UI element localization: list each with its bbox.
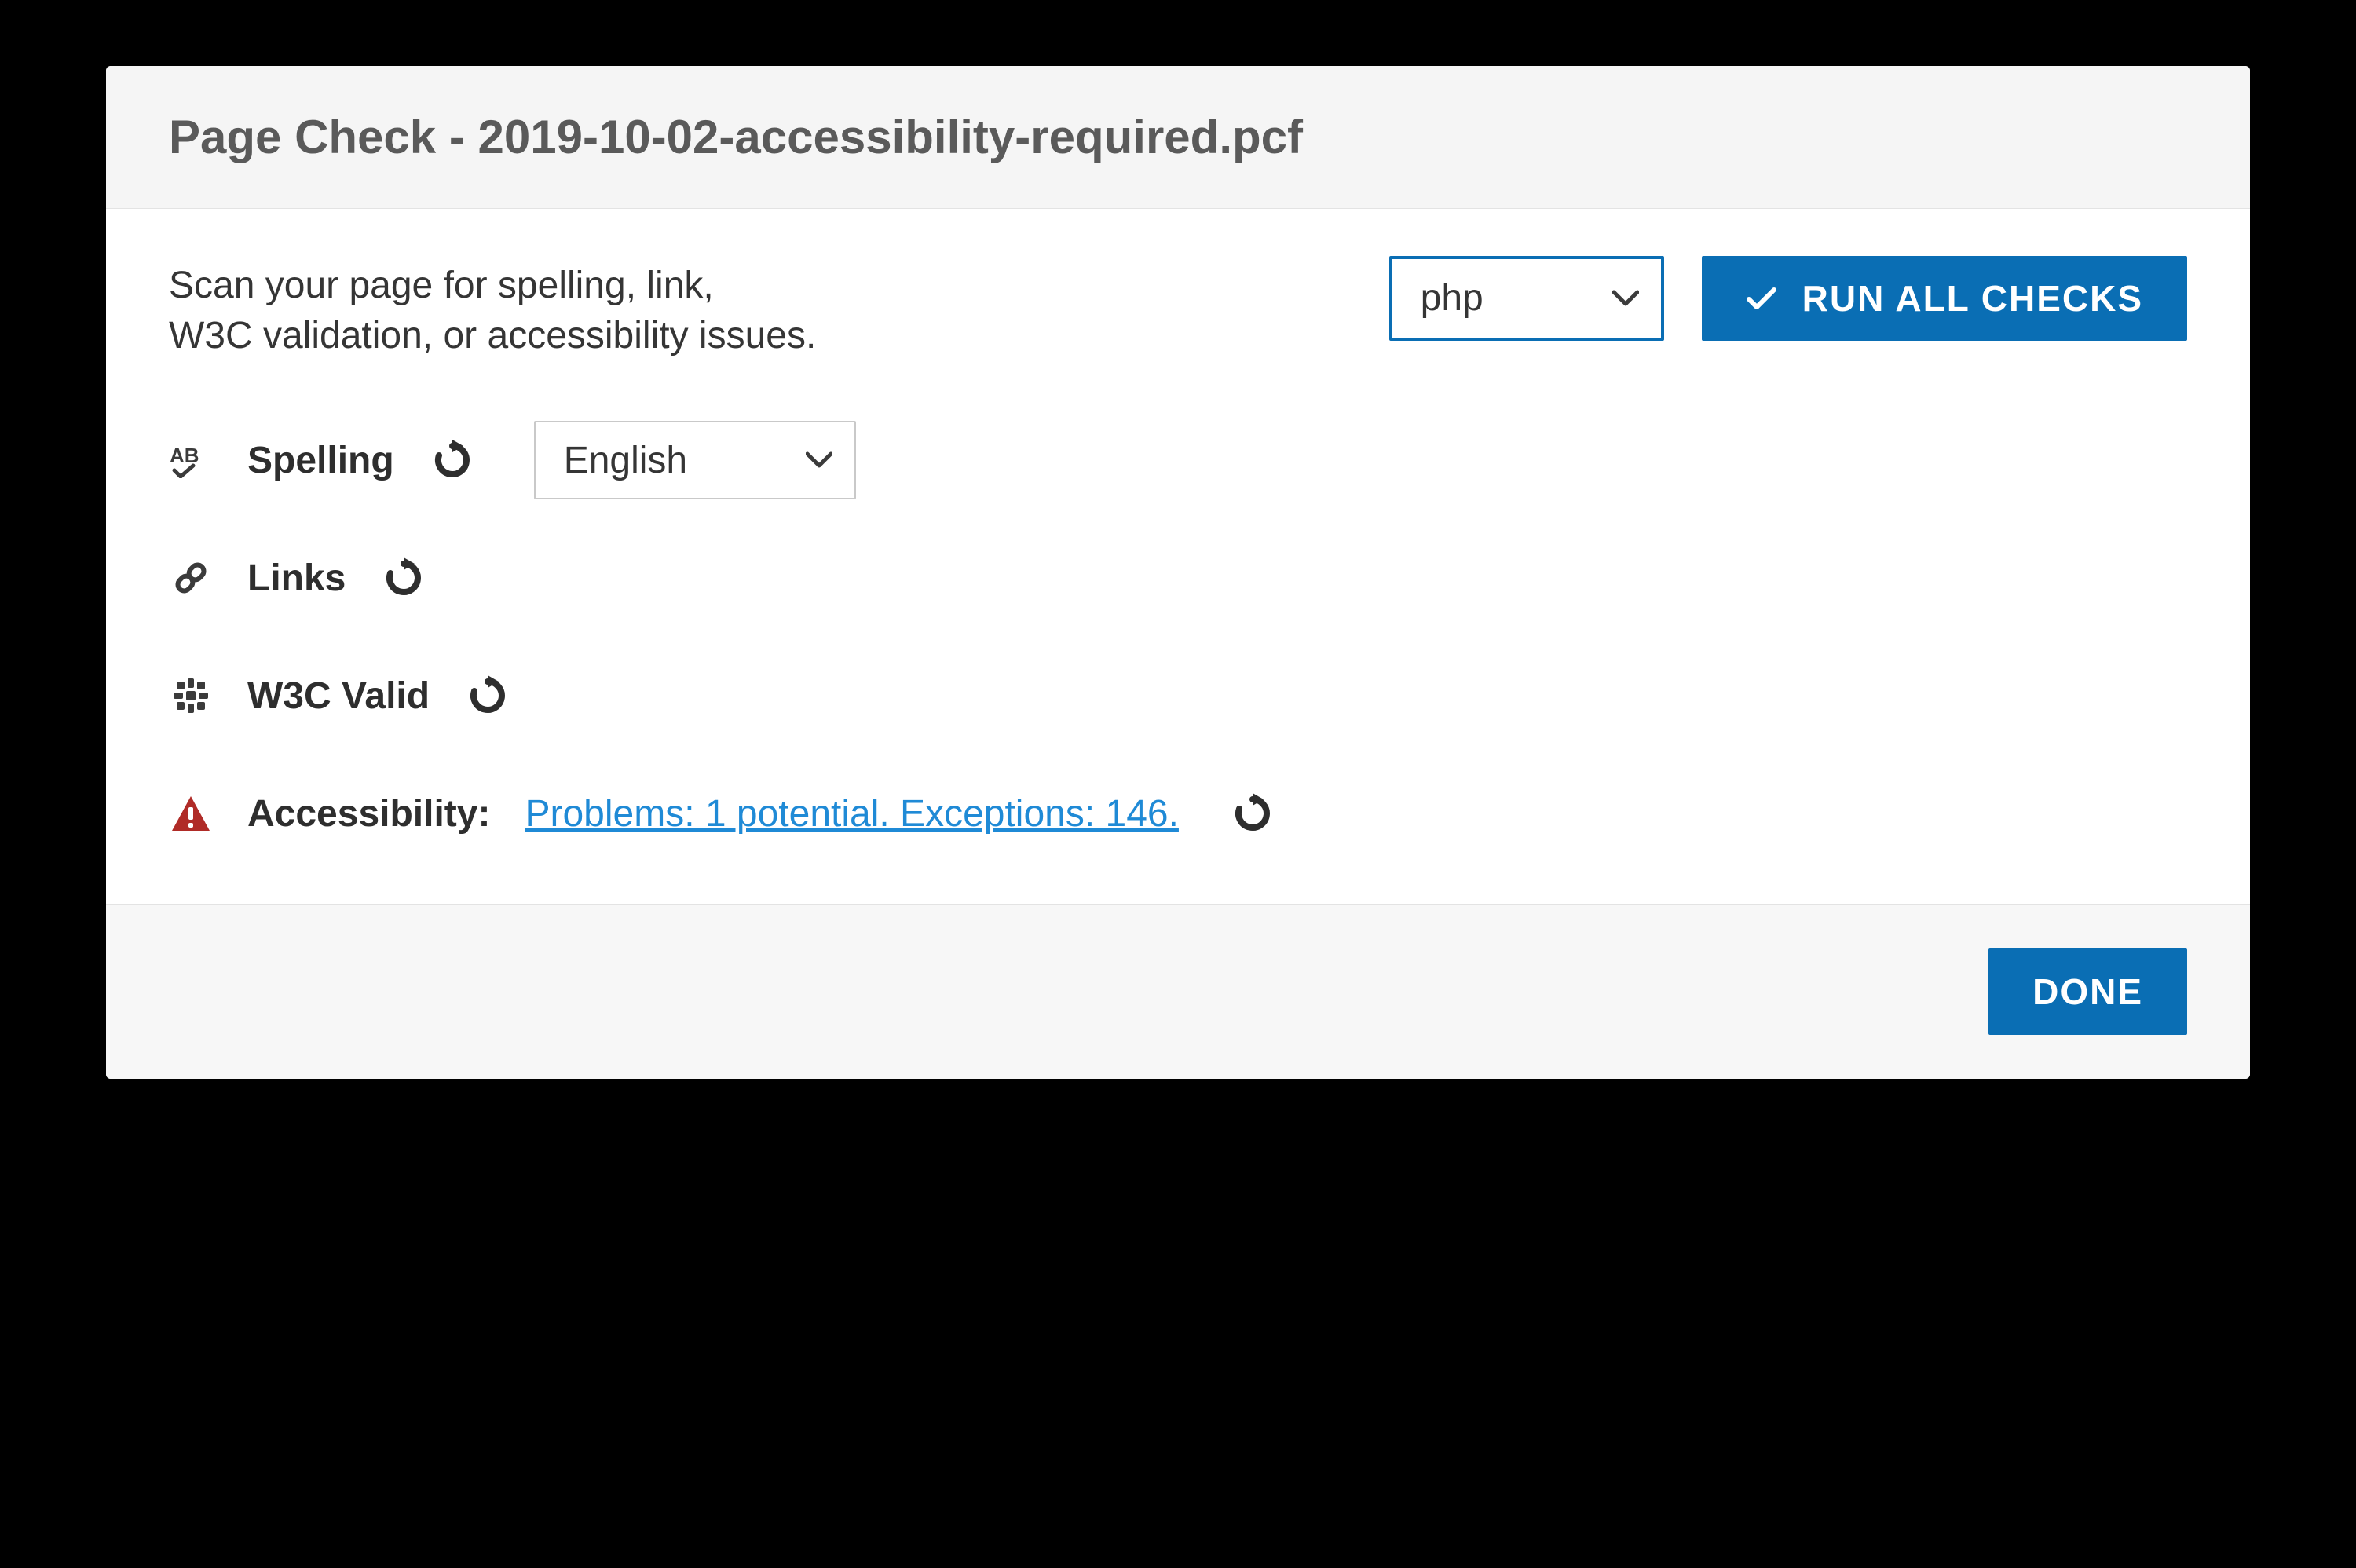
format-select-value: php [1421, 276, 1483, 320]
intro-text: Scan your page for spelling, link, W3C v… [169, 256, 816, 363]
top-row: Scan your page for spelling, link, W3C v… [169, 256, 2187, 363]
refresh-icon [383, 557, 424, 598]
spelling-language-value: English [564, 439, 687, 482]
spelling-row: AB Spelling English [169, 417, 2187, 503]
refresh-icon [432, 440, 473, 481]
svg-text:AB: AB [170, 444, 199, 467]
accessibility-result-link[interactable]: Problems: 1 potential. Exceptions: 146. [525, 792, 1178, 835]
top-controls: php Run All Checks [1389, 256, 2187, 341]
chevron-down-icon [806, 451, 832, 469]
chevron-down-icon [1612, 290, 1639, 307]
done-button[interactable]: Done [1988, 948, 2187, 1035]
refresh-icon [467, 675, 508, 716]
page-check-dialog: Page Check - 2019-10-02-accessibility-re… [106, 66, 2250, 1080]
globe-icon [169, 675, 213, 716]
w3c-row: W3C Valid [169, 652, 2187, 739]
accessibility-refresh-button[interactable] [1229, 790, 1276, 837]
w3c-label: W3C Valid [247, 674, 430, 718]
intro-line-1: Scan your page for spelling, link, [169, 265, 714, 306]
dialog-header: Page Check - 2019-10-02-accessibility-re… [106, 66, 2250, 209]
dialog-title: Page Check - 2019-10-02-accessibility-re… [169, 110, 2187, 164]
links-refresh-button[interactable] [380, 554, 427, 601]
links-row: Links [169, 535, 2187, 621]
format-select[interactable]: php [1389, 256, 1664, 341]
dialog-footer: Done [106, 905, 2250, 1079]
spelling-refresh-button[interactable] [429, 437, 476, 484]
spellcheck-icon: AB [169, 442, 213, 478]
stage: Page Check - 2019-10-02-accessibility-re… [52, 50, 2305, 1519]
w3c-refresh-button[interactable] [464, 672, 511, 719]
link-icon [169, 557, 213, 598]
spelling-language-select[interactable]: English [534, 421, 856, 499]
check-icon [1746, 285, 1777, 312]
links-label: Links [247, 557, 346, 600]
intro-line-2: W3C validation, or accessibility issues. [169, 315, 816, 356]
refresh-icon [1232, 793, 1273, 834]
dialog-body: Scan your page for spelling, link, W3C v… [106, 209, 2250, 905]
run-all-checks-label: Run All Checks [1802, 277, 2143, 320]
run-all-checks-button[interactable]: Run All Checks [1702, 256, 2187, 341]
accessibility-row: Accessibility: Problems: 1 potential. Ex… [169, 770, 2187, 857]
warning-icon [169, 795, 213, 832]
accessibility-label: Accessibility: [247, 792, 490, 835]
spelling-label: Spelling [247, 439, 394, 482]
